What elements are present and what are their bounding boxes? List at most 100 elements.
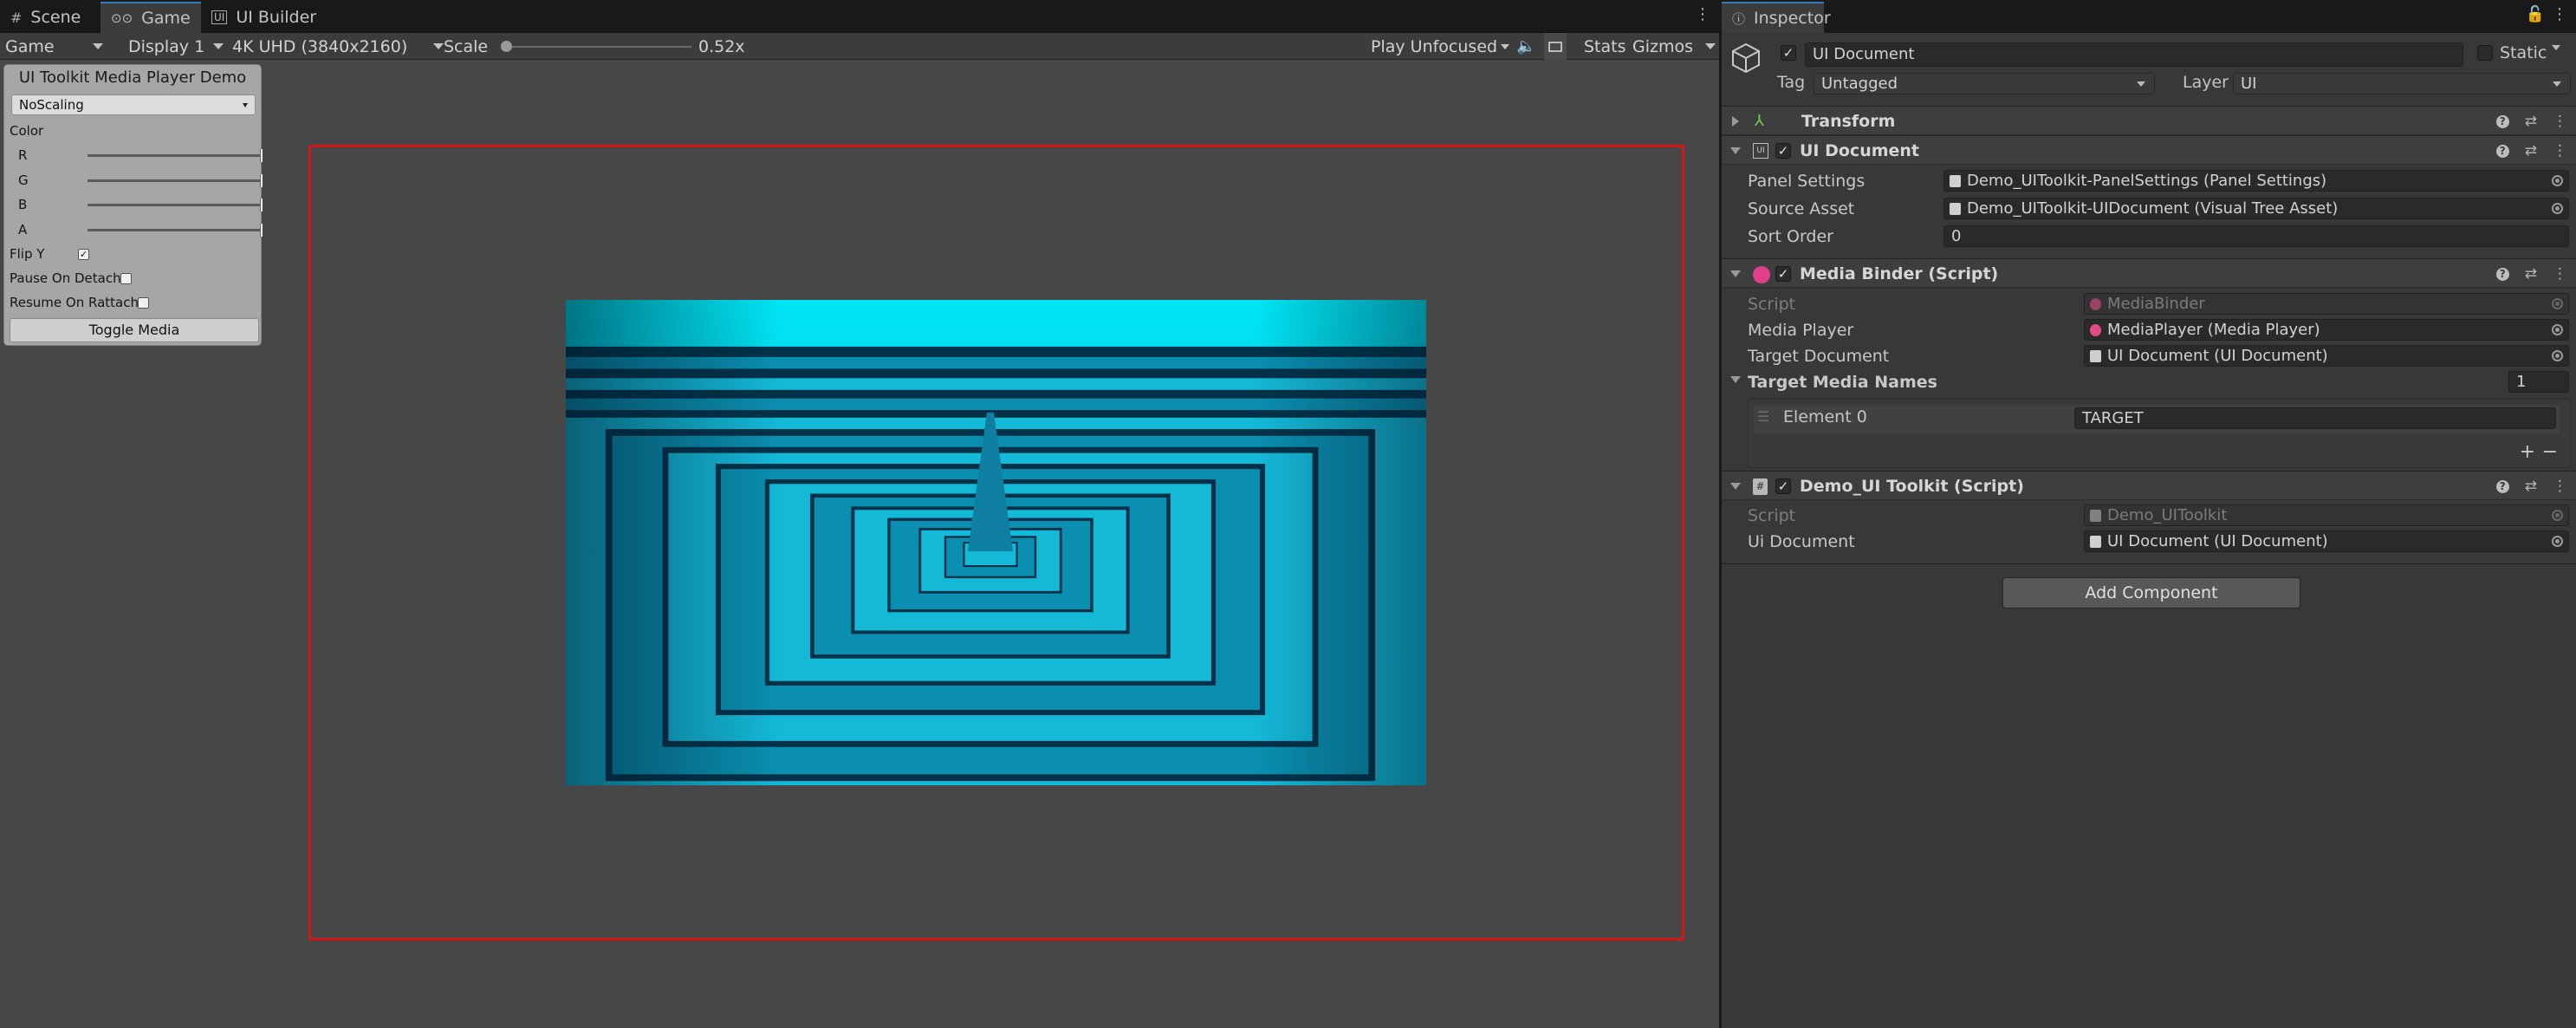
script-icon	[2090, 510, 2101, 522]
chevron-down-icon	[213, 43, 224, 49]
remove-element-icon[interactable]: −	[2542, 441, 2558, 463]
static-label: Static	[2500, 43, 2547, 62]
transform-component-header[interactable]: ⅄ Transform ? ⇄ ⋮	[1722, 106, 2576, 135]
stats-button[interactable]: Stats	[1584, 33, 1626, 60]
object-picker-icon[interactable]	[2552, 350, 2563, 361]
object-picker-icon[interactable]	[2552, 175, 2563, 186]
tag-label: Tag	[1777, 73, 1806, 92]
component-menu-icon[interactable]: ⋮	[2553, 265, 2567, 283]
inspector-panel: ⓘ Inspector 🔓 ⋮ ✓ UI Document Static Tag…	[1722, 0, 2576, 1028]
target-document-field[interactable]: UI Document (UI Document)	[2084, 345, 2569, 367]
more-options-icon[interactable]: ⋮	[1695, 5, 1710, 23]
slider-thumb[interactable]	[260, 174, 263, 187]
asset-icon	[1950, 203, 1961, 215]
game-controller-icon: ⊙⊙	[111, 10, 133, 26]
channel-r-slider[interactable]	[88, 149, 263, 162]
ui-document-enabled-checkbox[interactable]: ✓	[1775, 143, 1791, 159]
object-picker-icon[interactable]	[2552, 203, 2563, 214]
help-icon[interactable]: ?	[2495, 479, 2509, 493]
divider	[1722, 563, 2576, 564]
source-asset-field[interactable]: Demo_UIToolkit-UIDocument (Visual Tree A…	[1943, 198, 2569, 219]
drag-handle-icon[interactable]: ☰	[1757, 408, 1769, 425]
stats-toggle-icon[interactable]	[1544, 33, 1567, 60]
tab-game[interactable]: ⊙⊙ Game	[101, 2, 201, 33]
ui-document-icon: UI	[1753, 143, 1768, 159]
slider-thumb[interactable]	[260, 149, 263, 162]
element-0-input[interactable]: TARGET	[2074, 407, 2556, 429]
slider-thumb[interactable]	[260, 224, 263, 237]
lock-icon[interactable]: 🔓	[2526, 5, 2545, 23]
tab-scene[interactable]: # Scene	[0, 2, 91, 33]
chevron-down-icon	[1501, 43, 1510, 49]
media-player-icon	[1753, 266, 1770, 283]
display-dropdown[interactable]: Display 1	[128, 33, 224, 60]
scale-value: 0.52x	[698, 36, 745, 56]
ui-document-component-header[interactable]: UI ✓ UI Document ? ⇄ ⋮	[1722, 135, 2576, 165]
audio-icon[interactable]: 🔈	[1516, 33, 1535, 60]
resolution-dropdown[interactable]: 4K UHD (3840x2160)	[232, 33, 444, 60]
list-item[interactable]: ☰ Element 0 TARGET	[1754, 405, 2560, 433]
preset-sliders-icon[interactable]: ⇄	[2525, 113, 2537, 130]
help-icon[interactable]: ?	[2495, 267, 2509, 281]
scaling-mode-dropdown[interactable]: NoScaling	[11, 94, 256, 115]
target-media-names-label[interactable]: Target Media Names	[1748, 369, 1937, 395]
preset-sliders-icon[interactable]: ⇄	[2525, 142, 2537, 159]
fold-arrow-icon[interactable]	[1730, 483, 1741, 490]
play-mode-dropdown[interactable]: Play Unfocused	[1371, 33, 1510, 60]
add-component-button[interactable]: Add Component	[2002, 577, 2300, 608]
slider-thumb[interactable]	[260, 198, 263, 211]
fold-arrow-icon[interactable]	[1730, 376, 1741, 383]
active-checkbox[interactable]: ✓	[1781, 45, 1796, 61]
media-binder-enabled-checkbox[interactable]: ✓	[1775, 266, 1791, 282]
component-menu-icon[interactable]: ⋮	[2553, 478, 2567, 495]
chevron-down-icon[interactable]	[2552, 45, 2560, 50]
info-icon: ⓘ	[1732, 10, 1746, 27]
scene-icon: #	[10, 9, 23, 26]
object-picker-icon[interactable]	[2552, 536, 2563, 547]
fold-arrow-icon[interactable]	[1730, 270, 1741, 277]
scale-slider-thumb[interactable]	[501, 41, 512, 52]
pause-on-detach-checkbox[interactable]	[120, 273, 132, 284]
help-icon[interactable]: ?	[2495, 114, 2509, 128]
more-options-icon[interactable]: ⋮	[2552, 5, 2567, 23]
pause-on-detach-label: Pause On Detach	[10, 270, 121, 286]
color-label: Color	[10, 123, 44, 139]
media-player-field[interactable]: MediaPlayer (Media Player)	[2084, 319, 2569, 341]
sort-order-input[interactable]: 0	[1943, 225, 2569, 247]
tab-inspector[interactable]: ⓘ Inspector	[1722, 2, 1831, 33]
channel-b-slider[interactable]	[88, 198, 263, 211]
panel-settings-field[interactable]: Demo_UIToolkit-PanelSettings (Panel Sett…	[1943, 170, 2569, 192]
gizmos-button[interactable]: Gizmos	[1632, 33, 1716, 60]
add-element-icon[interactable]: +	[2520, 441, 2535, 463]
flip-y-checkbox[interactable]: ✓	[78, 249, 89, 260]
ui-document-ref-field[interactable]: UI Document (UI Document)	[2084, 530, 2569, 552]
component-menu-icon[interactable]: ⋮	[2553, 113, 2567, 130]
fold-arrow-icon[interactable]	[1732, 116, 1739, 127]
static-checkbox[interactable]	[2477, 45, 2493, 61]
view-dropdown[interactable]: Game	[5, 33, 103, 60]
tab-ui-builder[interactable]: UI UI Builder	[201, 2, 327, 33]
demo-ui-toolkit-enabled-checkbox[interactable]: ✓	[1775, 478, 1791, 494]
channel-r-label: R	[18, 147, 28, 163]
object-name-input[interactable]: UI Document	[1805, 42, 2463, 67]
ui-document-ref-label: Ui Document	[1748, 532, 1855, 551]
channel-a-slider[interactable]	[88, 224, 263, 237]
resume-on-rattach-checkbox[interactable]	[138, 297, 149, 309]
preset-sliders-icon[interactable]: ⇄	[2525, 265, 2537, 283]
tag-dropdown[interactable]: Untagged	[1814, 73, 2155, 94]
preset-sliders-icon[interactable]: ⇄	[2525, 478, 2537, 495]
fold-arrow-icon[interactable]	[1730, 147, 1741, 154]
component-menu-icon[interactable]: ⋮	[2553, 142, 2567, 159]
layer-dropdown[interactable]: UI	[2233, 73, 2571, 94]
demo-ui-toolkit-component-header[interactable]: # ✓ Demo_UI Toolkit (Script) ? ⇄ ⋮	[1722, 471, 2576, 500]
channel-b-label: B	[18, 197, 28, 212]
help-icon[interactable]: ?	[2495, 144, 2509, 158]
scale-slider[interactable]	[501, 41, 691, 52]
transform-axes-icon: ⅄	[1755, 112, 1764, 130]
media-binder-component-header[interactable]: ✓ Media Binder (Script) ? ⇄ ⋮	[1722, 258, 2576, 288]
media-player-icon	[2090, 324, 2101, 336]
toggle-media-button[interactable]: Toggle Media	[10, 318, 259, 342]
channel-g-slider[interactable]	[88, 174, 263, 187]
object-picker-icon[interactable]	[2552, 324, 2563, 335]
array-size-input[interactable]: 1	[2508, 371, 2569, 393]
